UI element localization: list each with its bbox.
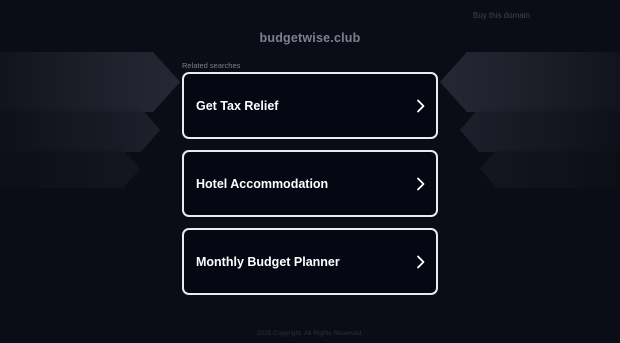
chevron-right-icon <box>417 177 425 190</box>
related-search-label: Hotel Accommodation <box>196 176 329 191</box>
parked-domain-page: Buy this domain budgetwise.club Related … <box>0 0 620 343</box>
background-chevron-right <box>440 52 620 112</box>
background-chevron-left <box>0 52 180 112</box>
domain-title: budgetwise.club <box>259 31 361 45</box>
related-search-link[interactable]: Monthly Budget Planner <box>182 228 438 295</box>
background-chevron-right <box>460 108 620 152</box>
background-chevron-right <box>480 150 620 188</box>
background-chevron-left <box>0 150 140 188</box>
background-chevron-left <box>0 108 160 152</box>
related-search-link[interactable]: Hotel Accommodation <box>182 150 438 217</box>
related-search-link[interactable]: Get Tax Relief <box>182 72 438 139</box>
chevron-right-icon <box>417 99 425 112</box>
footer-copyright: 2025 Copyright. All Rights Reserved. <box>256 330 364 337</box>
related-searches-label: Related searches <box>182 61 241 70</box>
related-searches-list: Get Tax Relief Hotel Accommodation Month… <box>182 72 438 306</box>
buy-domain-link[interactable]: Buy this domain <box>473 11 530 20</box>
chevron-right-icon <box>417 255 425 268</box>
related-search-label: Monthly Budget Planner <box>196 254 340 269</box>
related-search-label: Get Tax Relief <box>196 98 279 113</box>
